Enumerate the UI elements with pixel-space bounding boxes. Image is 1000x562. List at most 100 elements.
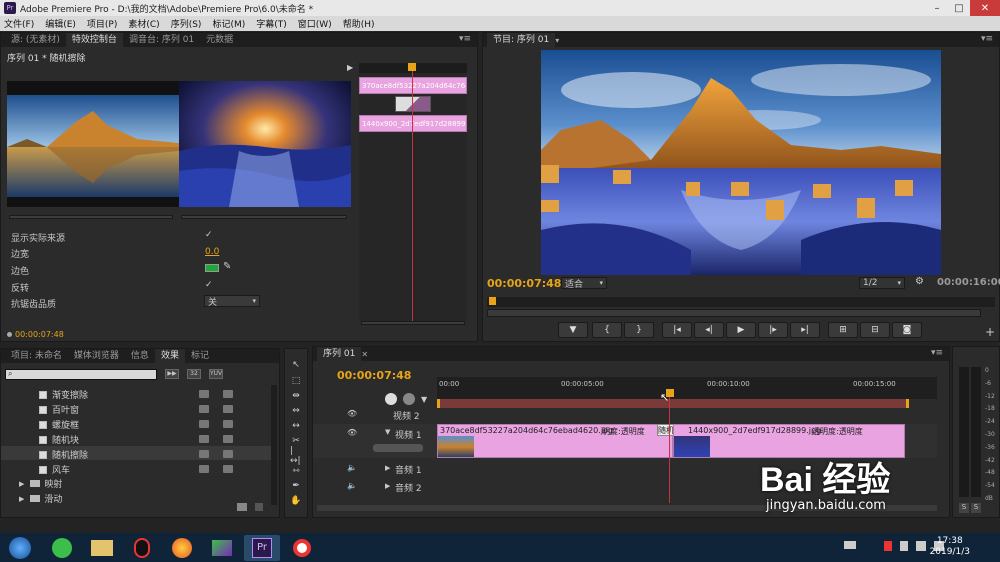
menu-marker[interactable]: 标记(M) <box>212 17 245 30</box>
work-area-bar[interactable] <box>437 399 909 408</box>
program-timecode[interactable]: 00:00:07:48 <box>487 277 561 290</box>
panel-menu-icon[interactable]: ▾≡ <box>981 34 993 44</box>
step-back-button[interactable]: ◂| <box>694 322 724 338</box>
timeline-timecode[interactable]: 00:00:07:48 <box>337 369 411 382</box>
effect-item-pinwheel[interactable]: 风车 <box>39 463 70 476</box>
preview-a-slider[interactable] <box>9 215 173 219</box>
taskbar-360-icon[interactable] <box>44 535 80 561</box>
timeline-clip-1[interactable]: 370ace8df53227a204d64c76ebad4620.jpg 明度:… <box>437 424 673 458</box>
quality-select[interactable]: 1/2 ▾ <box>859 277 905 289</box>
tab-metadata[interactable]: 元数据 <box>200 33 239 47</box>
mark-out-button[interactable]: } <box>624 322 654 338</box>
program-video-frame[interactable] <box>541 50 941 275</box>
program-time-ruler[interactable] <box>487 297 995 307</box>
tab-audio-mixer[interactable]: 调音台: 序列 01 <box>123 33 200 47</box>
menu-title[interactable]: 字幕(T) <box>256 17 287 30</box>
pen-tool-icon[interactable]: ✒ <box>290 480 302 492</box>
taskbar-app-icon[interactable] <box>204 535 240 561</box>
speaker-icon[interactable]: 🔈 <box>347 463 357 472</box>
slip-tool-icon[interactable]: |↔| <box>290 446 302 466</box>
taskbar-qq-icon[interactable] <box>124 535 160 561</box>
tab-info[interactable]: 信息 <box>125 349 155 363</box>
yuv-badge[interactable]: YUV <box>209 369 223 379</box>
taskbar-premiere-icon[interactable]: Pr <box>244 534 280 561</box>
close-icon[interactable]: ✕ <box>970 0 1000 16</box>
marker-icon[interactable]: ▼ <box>421 395 427 404</box>
panel-menu-icon[interactable]: ▾≡ <box>459 34 471 44</box>
chevron-down-icon[interactable]: ▾ <box>555 36 559 45</box>
accelerated-effects-icon[interactable]: ▶▶ <box>165 369 179 379</box>
mini-playhead-icon[interactable] <box>408 63 416 71</box>
effect-item-random-blocks[interactable]: 随机块 <box>39 433 79 446</box>
extract-button[interactable]: ⊟ <box>860 322 890 338</box>
effect-item-gradient-wipe[interactable]: 渐变擦除 <box>39 388 88 401</box>
expand-arrow-icon[interactable]: ▼ <box>385 428 390 436</box>
add-marker-button[interactable]: ▼ <box>558 322 588 338</box>
taskbar-explorer-icon[interactable] <box>84 535 120 561</box>
play-button[interactable]: ▶ <box>726 322 756 338</box>
lift-button[interactable]: ⊞ <box>828 322 858 338</box>
rolling-edit-tool-icon[interactable]: ⇔ <box>290 405 302 417</box>
mini-clip-b[interactable]: 1440x900_2d7edf917d28899.jpg <box>359 115 467 132</box>
param-show-actual-sources-checkbox[interactable]: ✓ <box>205 230 213 240</box>
solo-right-button[interactable]: S <box>971 503 981 513</box>
folder-slide[interactable]: ▶ 滑动 <box>19 492 62 506</box>
solo-left-button[interactable]: S <box>959 503 969 513</box>
new-folder-icon[interactable] <box>237 503 247 511</box>
taskbar-record-icon[interactable] <box>284 535 320 561</box>
selection-tool-icon[interactable]: ↖ <box>290 359 302 371</box>
effect-item-spiral-boxes[interactable]: 螺旋框 <box>39 418 79 431</box>
tab-effects[interactable]: 效果 <box>154 349 185 363</box>
tab-source[interactable]: 源: (无素材) <box>5 33 66 47</box>
menu-clip[interactable]: 素材(C) <box>128 17 159 30</box>
expand-arrow-icon[interactable]: ▶ <box>385 482 390 490</box>
menu-project[interactable]: 项目(P) <box>87 17 117 30</box>
timeline-horizontal-scrollbar[interactable] <box>317 505 437 511</box>
menu-file[interactable]: 文件(F) <box>4 17 34 30</box>
tab-sequence-01[interactable]: 序列 01 <box>317 347 362 361</box>
timeline-clip-2[interactable]: 1440x900_2d7edf917d28899.jpg 透明度:透明度 <box>673 424 905 458</box>
tray-flag-icon[interactable] <box>900 541 908 551</box>
folder-map[interactable]: ▶ 映射 <box>19 477 62 491</box>
menu-edit[interactable]: 编辑(E) <box>45 17 76 30</box>
effect-item-random-wipe[interactable]: 随机擦除 <box>39 448 88 461</box>
menu-sequence[interactable]: 序列(S) <box>171 17 202 30</box>
eye-icon[interactable]: 👁 <box>347 428 357 437</box>
timeline-ruler[interactable]: 00:00 00:00:05:00 00:00:10:00 00:00:15:0… <box>437 377 937 399</box>
taskbar-firefox-icon[interactable] <box>164 535 200 561</box>
go-to-in-button[interactable]: |◂ <box>662 322 692 338</box>
network-icon[interactable] <box>916 541 926 551</box>
export-frame-button[interactable]: ◙ <box>892 322 922 338</box>
add-button-icon[interactable]: + <box>985 325 995 339</box>
tab-program[interactable]: 节目: 序列 01 <box>487 33 556 47</box>
close-tab-icon[interactable]: ✕ <box>361 350 368 359</box>
keyboard-icon[interactable] <box>844 541 856 549</box>
hand-tool-icon[interactable]: ✋ <box>290 495 302 507</box>
program-playhead-icon[interactable] <box>489 297 496 305</box>
tray-app-icon[interactable] <box>884 541 892 551</box>
tab-markers[interactable]: 标记 <box>185 349 215 363</box>
program-zoom-bar[interactable] <box>487 309 981 317</box>
param-antialias-select[interactable]: 关 ▾ <box>204 295 260 308</box>
eyedropper-icon[interactable]: ✎ <box>223 261 231 272</box>
mini-clip-a[interactable]: 370ace8df53227a204d64c76ebad4620.jpg <box>359 77 467 94</box>
link-icon[interactable] <box>403 393 415 405</box>
taskbar-clock[interactable]: 17:38 2019/1/3 <box>930 536 970 558</box>
menu-window[interactable]: 窗口(W) <box>298 17 332 30</box>
keyframe-toggle-icon[interactable] <box>373 444 423 452</box>
mini-transition[interactable] <box>395 96 431 112</box>
effects-scrollbar[interactable] <box>271 385 277 505</box>
ec-timecode[interactable]: 00:00:07:48 <box>15 330 64 339</box>
rate-stretch-tool-icon[interactable]: ↔ <box>290 420 302 432</box>
minimize-icon[interactable]: – <box>926 0 948 16</box>
tab-media-browser[interactable]: 媒体浏览器 <box>68 349 125 363</box>
collapse-arrow-icon[interactable]: ▶ <box>347 63 353 72</box>
start-button[interactable] <box>0 535 40 561</box>
panel-menu-icon[interactable]: ▾≡ <box>931 348 943 358</box>
preview-b-slider[interactable] <box>181 215 347 219</box>
slide-tool-icon[interactable]: ⇿ <box>290 465 302 477</box>
param-border-color-swatch[interactable] <box>205 264 219 272</box>
tab-project[interactable]: 项目: 未命名 <box>5 349 68 363</box>
param-reverse-checkbox[interactable]: ✓ <box>205 280 213 290</box>
effect-item-venetian-blinds[interactable]: 百叶窗 <box>39 403 79 416</box>
